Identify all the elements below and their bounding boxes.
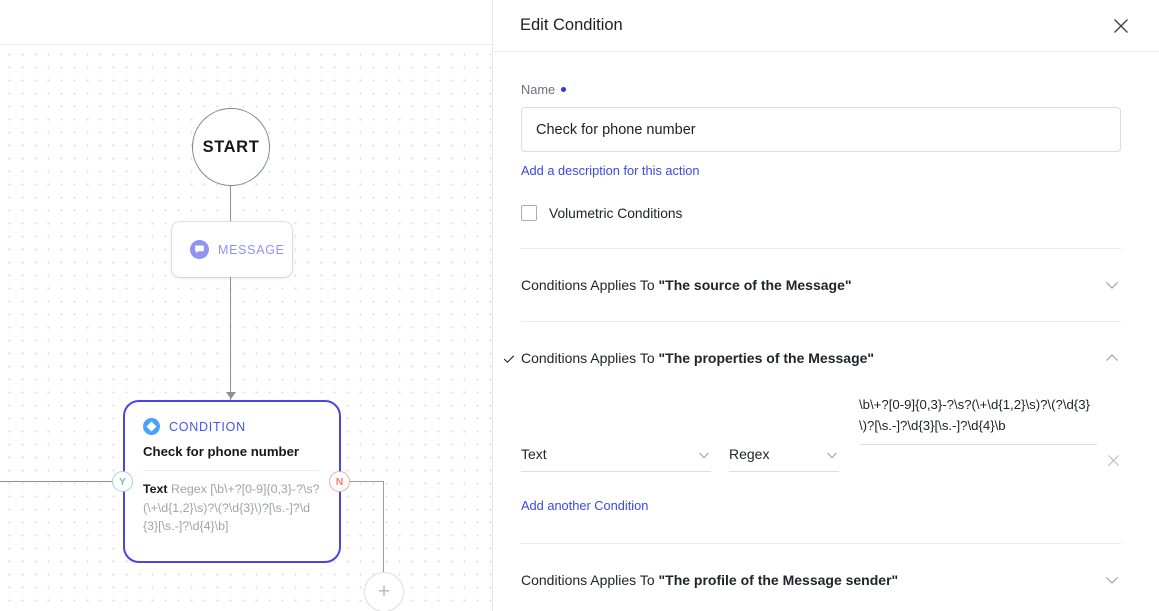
condition-node-operator: Regex (171, 482, 207, 496)
edge-no-branch-horizontal (350, 481, 384, 482)
name-field-label: Name (521, 82, 1131, 97)
add-node-button[interactable]: + (364, 572, 404, 611)
page-title: Edit Condition (520, 16, 623, 34)
message-node-label: MESSAGE (218, 242, 285, 257)
chevron-down-icon[interactable] (1103, 571, 1121, 589)
volumetric-conditions-row[interactable]: Volumetric Conditions (521, 205, 1131, 221)
section-profile-label: Conditions Applies To "The profile of th… (521, 572, 898, 588)
add-another-condition-link[interactable]: Add another Condition (521, 498, 648, 513)
section-source-prefix: Conditions Applies To (521, 277, 659, 293)
diamond-icon (143, 418, 160, 435)
chat-bubble-icon (190, 240, 209, 259)
flow-canvas[interactable]: START MESSAGE CONDITION Check for phone … (0, 45, 492, 611)
condition-port-no-label: N (335, 475, 344, 488)
panel-header: Edit Condition (493, 0, 1159, 52)
condition-property-value: Text (521, 446, 547, 462)
condition-port-no[interactable]: N (329, 471, 350, 492)
chevron-down-icon (825, 448, 839, 462)
chevron-down-icon[interactable] (1103, 276, 1121, 294)
condition-operator-value: Regex (729, 446, 770, 462)
plus-icon: + (377, 579, 391, 603)
name-input[interactable] (521, 107, 1121, 152)
edge-no-branch-vertical (383, 481, 384, 572)
section-profile-target: "The profile of the Message sender" (658, 572, 899, 588)
condition-port-yes-label: Y (118, 475, 126, 488)
volumetric-conditions-label: Volumetric Conditions (549, 205, 683, 221)
condition-node-separator (143, 470, 319, 471)
condition-node-summary: Text Regex [\b\+?[0-9]{0,3}-?\s?(\+\d{1,… (143, 480, 321, 536)
condition-node-header: CONDITION (143, 418, 321, 435)
condition-port-yes[interactable]: Y (112, 471, 133, 492)
edge-arrowhead (226, 392, 236, 399)
canvas-toolbar (0, 0, 492, 45)
condition-value-input[interactable]: \b\+?[0-9]{0,3}-?\s?(\+\d{1,2}\s)?\(?\d{… (859, 394, 1097, 445)
volumetric-conditions-checkbox[interactable] (521, 205, 537, 221)
condition-property-select[interactable]: Text (521, 446, 711, 472)
flow-node-start[interactable]: START (192, 108, 270, 186)
condition-operator-select[interactable]: Regex (729, 446, 839, 472)
flow-canvas-panel: START MESSAGE CONDITION Check for phone … (0, 0, 492, 611)
required-dot-icon (561, 87, 567, 92)
section-properties-of-message[interactable]: Conditions Applies To "The properties of… (503, 322, 1121, 394)
chevron-up-icon[interactable] (1103, 349, 1121, 367)
edge-start-to-message (230, 186, 231, 222)
section-check-icon (503, 352, 515, 364)
section-properties-target: "The properties of the Message" (658, 350, 875, 366)
remove-condition-icon[interactable] (1103, 450, 1123, 470)
section-source-of-message[interactable]: Conditions Applies To "The source of the… (521, 249, 1121, 321)
section-source-target: "The source of the Message" (658, 277, 852, 293)
flow-node-condition[interactable]: CONDITION Check for phone number Text Re… (123, 400, 341, 563)
app-root: START MESSAGE CONDITION Check for phone … (0, 0, 1159, 611)
chevron-down-icon (697, 448, 711, 462)
condition-node-value: [\b\+?[0-9]{0,3}-?\s?(\+\d{1,2}\s)?\(?\d… (143, 482, 320, 533)
edit-condition-panel: Edit Condition Name Add a description fo… (492, 0, 1159, 611)
panel-body: Name Add a description for this action V… (493, 82, 1159, 611)
section-profile-prefix: Conditions Applies To (521, 572, 659, 588)
flow-node-message[interactable]: MESSAGE (172, 222, 292, 277)
close-icon[interactable] (1107, 12, 1135, 40)
condition-node-kind: CONDITION (169, 419, 246, 434)
condition-node-title: Check for phone number (143, 444, 300, 459)
section-properties-label: Conditions Applies To "The properties of… (521, 350, 874, 366)
name-label-text: Name (521, 82, 556, 97)
add-description-link[interactable]: Add a description for this action (521, 163, 700, 178)
start-node-label: START (202, 137, 260, 156)
section-profile-of-sender[interactable]: Conditions Applies To "The profile of th… (521, 544, 1121, 611)
condition-row: Text Regex \b\+?[0-9]{0,3}-?\s?(\+\d{1,2… (521, 394, 1121, 478)
condition-node-property: Text (143, 482, 168, 496)
edge-yes-branch (0, 481, 112, 482)
section-source-label: Conditions Applies To "The source of the… (521, 277, 852, 293)
section-properties-prefix: Conditions Applies To (521, 350, 659, 366)
